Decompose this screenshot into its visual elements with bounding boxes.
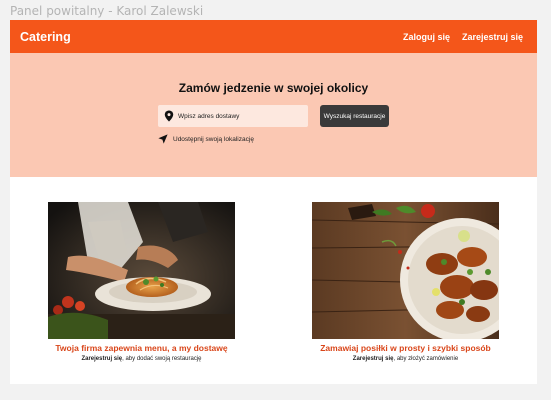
card-subtitle: Zarejestruj się, aby dodać swoją restaur… bbox=[48, 356, 235, 362]
hero-title: Zamów jedzenie w swojej okolicy bbox=[178, 81, 369, 95]
business-card: Twoja firma zapewnia menu, a my dostawę … bbox=[48, 202, 235, 362]
card-subtitle: Zarejestruj się, aby złożyć zamówienie bbox=[312, 356, 499, 362]
hero-section: Zamów jedzenie w swojej okolicy Wyszukaj… bbox=[10, 53, 537, 177]
card-subtitle-text: , aby złożyć zamówienie bbox=[393, 356, 459, 362]
share-location-link[interactable]: Udostępnij swoją lokalizację bbox=[158, 134, 254, 144]
grilled-chicken-bowl-photo bbox=[312, 202, 499, 339]
customer-card: Zamawiaj posiłki w prosty i szybki sposó… bbox=[312, 202, 499, 362]
login-link[interactable]: Zaloguj się bbox=[403, 32, 450, 42]
frame-title: Panel powitalny - Karol Zalewski bbox=[10, 4, 204, 18]
brand-logo[interactable]: Catering bbox=[20, 30, 71, 44]
chef-plating-pasta-photo bbox=[48, 202, 235, 339]
address-input[interactable] bbox=[178, 112, 298, 120]
navigation-arrow-icon bbox=[158, 134, 168, 144]
location-pin-icon bbox=[164, 110, 174, 122]
page-frame: Catering Zaloguj się Zarejestruj się Zam… bbox=[10, 20, 537, 384]
card-register-link[interactable]: Zarejestruj się bbox=[81, 356, 122, 362]
address-field[interactable] bbox=[158, 105, 308, 127]
search-restaurants-button[interactable]: Wyszukaj restauracje bbox=[320, 105, 389, 127]
register-link[interactable]: Zarejestruj się bbox=[462, 32, 523, 42]
card-title: Twoja firma zapewnia menu, a my dostawę bbox=[55, 343, 228, 353]
card-subtitle-text: , aby dodać swoją restaurację bbox=[122, 356, 202, 362]
navbar: Catering Zaloguj się Zarejestruj się bbox=[10, 20, 537, 53]
card-title: Zamawiaj posiłki w prosty i szybki sposó… bbox=[320, 343, 491, 353]
share-location-label: Udostępnij swoją lokalizację bbox=[173, 135, 254, 143]
card-register-link[interactable]: Zarejestruj się bbox=[353, 356, 394, 362]
nav-links: Zaloguj się Zarejestruj się bbox=[403, 32, 523, 42]
